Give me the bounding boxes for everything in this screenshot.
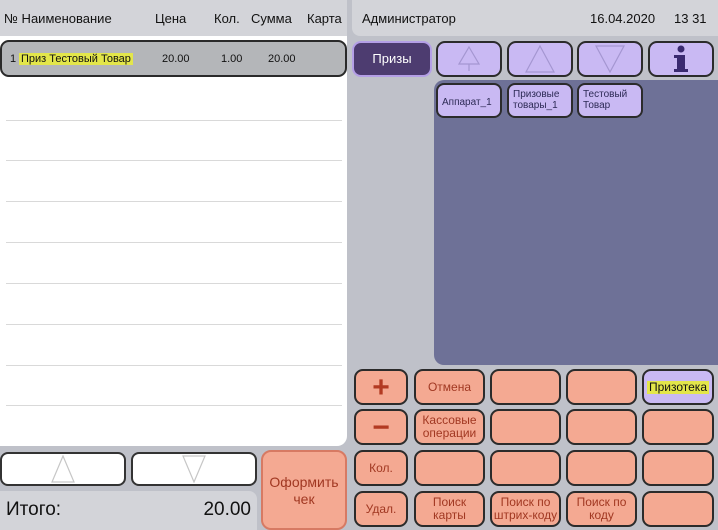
row-divider: [6, 283, 342, 284]
receipt-header: № Наименование Цена Кол. Сумма Карта: [0, 0, 347, 36]
group-page-up-button[interactable]: [436, 41, 502, 77]
prize-store-button[interactable]: Призотека: [642, 369, 714, 405]
row-divider: [6, 201, 342, 202]
item-button[interactable]: Тестовый Товар: [577, 83, 643, 118]
item-button[interactable]: Призовые товары_1: [507, 83, 573, 118]
arrow-up-icon: [458, 46, 480, 71]
blank-key[interactable]: [490, 369, 561, 405]
prize-store-label: Призотека: [646, 379, 709, 394]
minus-button[interactable]: −: [354, 409, 408, 445]
blank-key[interactable]: [566, 450, 637, 486]
row-price: 20.00: [162, 53, 190, 65]
group-button-prizes[interactable]: Призы: [352, 41, 432, 77]
blank-key[interactable]: [490, 409, 561, 445]
cash-operations-button[interactable]: Кассовые операции: [414, 409, 485, 445]
receipt-panel: № Наименование Цена Кол. Сумма Карта 1 П…: [0, 0, 347, 446]
arrow-up-icon: [525, 45, 555, 73]
search-barcode-button[interactable]: Поиск по штрих-коду: [490, 491, 561, 527]
row-divider: [6, 160, 342, 161]
row-divider: [6, 242, 342, 243]
cancel-button[interactable]: Отмена: [414, 369, 485, 405]
arrow-down-icon: [182, 455, 206, 483]
info-icon: [674, 45, 688, 72]
total-label: Итого:: [6, 499, 62, 520]
row-qty: 1.00: [221, 53, 243, 65]
blank-key[interactable]: [566, 409, 637, 445]
arrow-up-icon: [51, 455, 75, 483]
items-area: [434, 80, 718, 365]
col-qty-header: Кол.: [214, 11, 240, 26]
search-card-button[interactable]: Поиск карты: [414, 491, 485, 527]
group-column: [352, 40, 432, 365]
blank-key[interactable]: [414, 450, 485, 486]
user-name: Администратор: [362, 11, 456, 26]
row-divider: [6, 120, 342, 121]
blank-key[interactable]: [642, 491, 714, 527]
blank-key[interactable]: [566, 369, 637, 405]
checkout-button[interactable]: Оформить чек: [261, 450, 347, 530]
total-bar: Итого: 20.00: [0, 491, 257, 530]
plus-button[interactable]: +: [354, 369, 408, 405]
blank-key[interactable]: [642, 450, 714, 486]
arrow-down-icon: [595, 45, 625, 73]
delete-button[interactable]: Удал.: [354, 491, 408, 527]
row-sum: 20.00: [268, 53, 296, 65]
receipt-row[interactable]: 1 Приз Тестовый Товар 20.00 1.00 20.00: [0, 40, 347, 77]
date: 16.04.2020: [590, 11, 656, 26]
row-divider: [6, 405, 342, 406]
col-price-header: Цена: [155, 11, 187, 26]
row-divider: [6, 324, 342, 325]
quantity-button[interactable]: Кол.: [354, 450, 408, 486]
scroll-down-button[interactable]: [131, 452, 257, 486]
status-header: Администратор 16.04.2020 13 31: [352, 0, 718, 36]
col-card-header: Карта: [307, 11, 342, 26]
row-name: Приз Тестовый Товар: [19, 53, 133, 65]
search-code-button[interactable]: Поиск по коду: [566, 491, 637, 527]
total-value: 20.00: [203, 499, 251, 520]
items-scroll-down-button[interactable]: [577, 41, 643, 77]
col-name-header: № Наименование: [4, 11, 112, 26]
time: 13 31: [674, 11, 707, 26]
row-divider: [6, 365, 342, 366]
items-scroll-up-button[interactable]: [507, 41, 573, 77]
info-button[interactable]: [648, 41, 714, 77]
item-button[interactable]: Аппарат_1: [436, 83, 502, 118]
blank-key[interactable]: [490, 450, 561, 486]
blank-key[interactable]: [642, 409, 714, 445]
scroll-up-button[interactable]: [0, 452, 126, 486]
col-sum-header: Сумма: [251, 11, 292, 26]
row-num: 1: [10, 53, 17, 65]
